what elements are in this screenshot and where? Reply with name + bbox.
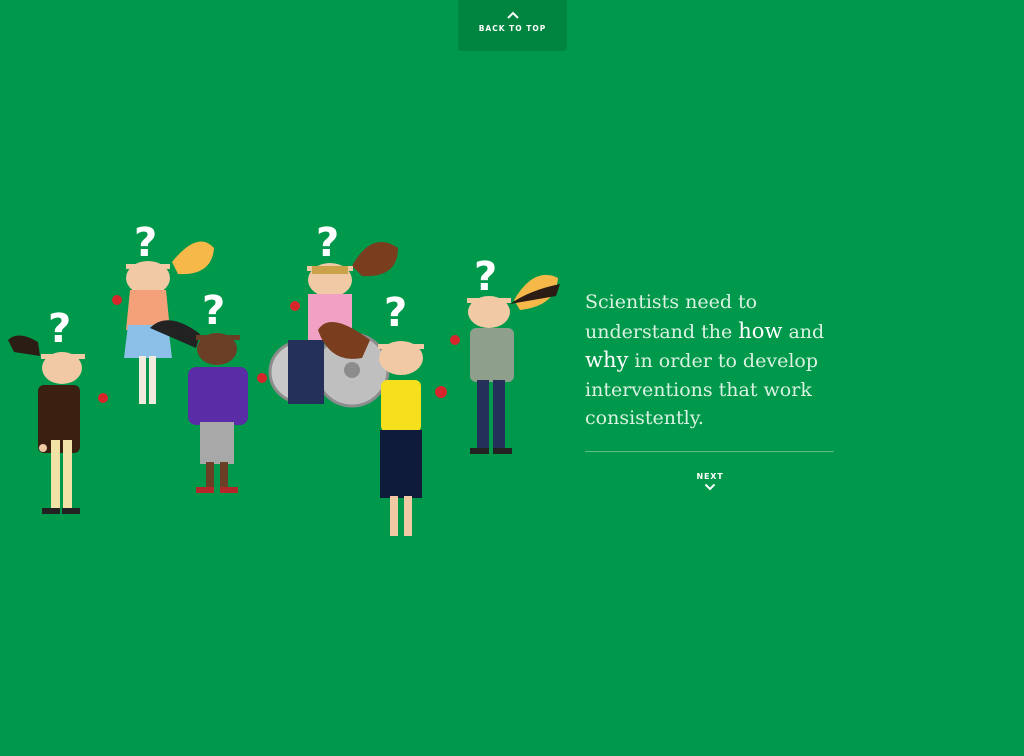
- chevron-up-icon: [506, 11, 519, 19]
- back-to-top-button[interactable]: BACK TO TOP: [458, 0, 567, 51]
- text-part-2: and: [782, 320, 825, 343]
- svg-text:?: ?: [134, 220, 157, 266]
- people-illustration: ? ? ? ? ? ?: [8, 220, 560, 536]
- svg-text:?: ?: [384, 290, 407, 336]
- svg-text:?: ?: [474, 254, 497, 300]
- person-5: ?: [318, 290, 447, 536]
- person-4: ?: [268, 220, 398, 408]
- person-1: ?: [8, 306, 108, 514]
- svg-text:?: ?: [316, 220, 339, 266]
- next-label: NEXT: [696, 472, 724, 481]
- emphasis-why: why: [585, 348, 629, 372]
- page: BACK TO TOP ? ? ? ? ? ? Scientists need …: [0, 0, 1024, 756]
- back-to-top-label: BACK TO TOP: [478, 24, 547, 33]
- next-button[interactable]: NEXT: [680, 472, 740, 491]
- chevron-down-icon: [704, 483, 716, 491]
- question-mark: ?: [48, 306, 71, 352]
- svg-text:?: ?: [202, 288, 225, 334]
- divider: [585, 451, 834, 452]
- intro-paragraph: Scientists need to understand the how an…: [585, 288, 835, 433]
- person-6: ?: [450, 254, 560, 454]
- text-part-1: Scientists need to understand the: [585, 291, 758, 343]
- emphasis-how: how: [738, 318, 783, 343]
